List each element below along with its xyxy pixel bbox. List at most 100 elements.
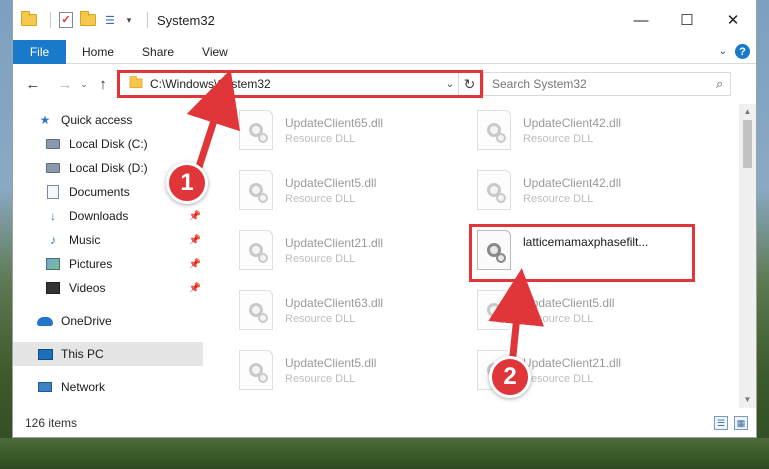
- maximize-button[interactable]: ☐: [664, 0, 710, 40]
- close-button[interactable]: ✕: [710, 0, 756, 40]
- dll-file-icon: [239, 110, 273, 150]
- file-item[interactable]: UpdateClient5.dll Resource DLL: [239, 166, 459, 214]
- folder-icon[interactable]: [21, 11, 37, 28]
- file-item[interactable]: UpdateClient42.dll Resource DLL: [477, 106, 697, 154]
- file-name: UpdateClient42.dll: [523, 115, 622, 130]
- large-icons-view-icon[interactable]: ▦: [734, 416, 748, 430]
- file-type: Resource DLL: [523, 312, 594, 325]
- sidebar-item-onedrive[interactable]: OneDrive: [13, 309, 207, 333]
- sidebar-item-label: Pictures: [69, 257, 113, 271]
- up-button[interactable]: ↑: [91, 76, 115, 93]
- recent-locations-button[interactable]: ⌄: [77, 79, 91, 90]
- videos-icon: [45, 280, 61, 296]
- sidebar-item-label: Music: [69, 233, 101, 247]
- cloud-icon: [37, 313, 53, 329]
- address-dropdown-icon[interactable]: ⌄: [442, 79, 458, 90]
- file-item[interactable]: UpdateClient21.dll Resource DLL: [239, 226, 459, 274]
- sidebar-item-local-disk-c[interactable]: Local Disk (C:): [13, 132, 207, 156]
- status-bar: 126 items ☰ ▦: [13, 408, 756, 438]
- refresh-button[interactable]: ↻: [458, 73, 480, 95]
- computer-icon: [37, 346, 53, 362]
- tab-file[interactable]: File: [13, 39, 66, 64]
- file-item[interactable]: UpdateClient65.dll Resource DLL: [239, 106, 459, 154]
- file-type: Resource DLL: [285, 132, 356, 145]
- sidebar-item-label: This PC: [61, 347, 104, 361]
- file-highlight-box: [469, 224, 695, 282]
- help-icon[interactable]: ?: [735, 44, 750, 59]
- file-name: UpdateClient5.dll: [523, 295, 615, 310]
- dll-file-icon: [477, 110, 511, 150]
- title-bar: ✓ ☰ ▾ System32 — ☐ ✕: [13, 0, 756, 40]
- sidebar-item-downloads[interactable]: ↓ Downloads 📌: [13, 204, 207, 228]
- tab-share[interactable]: Share: [128, 45, 188, 59]
- file-item[interactable]: UpdateClient5.dll Resource DLL: [477, 286, 697, 334]
- sidebar-item-label: Videos: [69, 281, 106, 295]
- file-type: Resource DLL: [285, 372, 356, 385]
- file-explorer-window: ✓ ☰ ▾ System32 — ☐ ✕ File Home Share Vie…: [12, 0, 757, 438]
- vertical-scrollbar[interactable]: ▲ ▼: [739, 104, 756, 408]
- view-buttons: ☰ ▦: [714, 416, 748, 430]
- search-input[interactable]: [492, 77, 712, 91]
- item-count: 126 items: [25, 416, 78, 430]
- sidebar-item-music[interactable]: ♪ Music 📌: [13, 228, 207, 252]
- back-button[interactable]: ←: [21, 76, 45, 93]
- file-type: Resource DLL: [285, 252, 356, 265]
- tab-view[interactable]: View: [188, 45, 242, 59]
- pin-icon[interactable]: 📌: [189, 259, 201, 270]
- file-name: UpdateClient5.dll: [285, 355, 377, 370]
- file-name: UpdateClient21.dll: [285, 235, 384, 250]
- search-box[interactable]: ⌕: [483, 72, 731, 96]
- file-type: Resource DLL: [523, 132, 594, 145]
- file-name: UpdateClient21.dll: [523, 355, 622, 370]
- quick-access-dropdown-icon[interactable]: ▾: [124, 12, 134, 28]
- expand-ribbon-icon[interactable]: ⌄: [719, 46, 727, 57]
- dll-file-icon: [239, 350, 273, 390]
- sidebar-item-videos[interactable]: Videos 📌: [13, 276, 207, 300]
- star-icon: ★: [39, 113, 51, 127]
- sidebar-item-pictures[interactable]: Pictures 📌: [13, 252, 207, 276]
- address-bar[interactable]: C:\Windows\System32 ⌄ ↻: [119, 72, 481, 96]
- folder-icon: [129, 75, 143, 90]
- minimize-button[interactable]: —: [618, 0, 664, 40]
- desktop-wallpaper-right: [757, 0, 769, 469]
- scrollbar-thumb[interactable]: [743, 120, 752, 168]
- file-item[interactable]: UpdateClient63.dll Resource DLL: [239, 286, 459, 334]
- pin-icon[interactable]: 📌: [189, 283, 201, 294]
- details-view-icon[interactable]: ☰: [714, 416, 728, 430]
- desktop-wallpaper-bottom: [0, 438, 769, 469]
- step-2-marker: 2: [489, 356, 531, 398]
- file-name: UpdateClient42.dll: [523, 175, 622, 190]
- sidebar-item-label: Network: [61, 380, 106, 394]
- navigation-pane: ★ Quick access Local Disk (C:) Local Dis…: [13, 104, 207, 408]
- pin-icon[interactable]: 📌: [189, 211, 201, 222]
- sidebar-item-label: OneDrive: [61, 314, 112, 328]
- pin-icon[interactable]: 📌: [189, 235, 201, 246]
- sidebar-item-quick-access[interactable]: ★ Quick access: [13, 108, 207, 132]
- customize-toolbar-icon[interactable]: ☰: [102, 12, 118, 28]
- divider: [50, 12, 51, 28]
- forward-button[interactable]: →: [53, 76, 77, 93]
- address-path[interactable]: C:\Windows\System32: [150, 77, 442, 91]
- scroll-up-icon[interactable]: ▲: [739, 104, 756, 120]
- music-icon: ♪: [50, 233, 56, 247]
- network-icon: [37, 379, 53, 395]
- tab-home[interactable]: Home: [66, 45, 128, 59]
- step-1-marker: 1: [166, 162, 208, 204]
- sidebar-item-label: Local Disk (C:): [69, 137, 148, 151]
- file-item[interactable]: UpdateClient42.dll Resource DLL: [477, 166, 697, 214]
- sidebar-item-network[interactable]: Network: [13, 375, 207, 399]
- sidebar-item-label: Documents: [69, 185, 130, 199]
- documents-icon: [45, 184, 61, 200]
- search-icon[interactable]: ⌕: [716, 76, 723, 92]
- new-folder-icon[interactable]: [80, 11, 96, 28]
- properties-icon[interactable]: ✓: [58, 12, 74, 28]
- sidebar-item-label: Downloads: [69, 209, 129, 223]
- sidebar-item-this-pc[interactable]: This PC: [13, 342, 203, 366]
- window-title: System32: [157, 12, 215, 28]
- file-item[interactable]: UpdateClient5.dll Resource DLL: [239, 346, 459, 394]
- window-controls: — ☐ ✕: [618, 0, 756, 40]
- dll-file-icon: [477, 290, 511, 330]
- scroll-down-icon[interactable]: ▼: [739, 392, 756, 408]
- dll-file-icon: [239, 290, 273, 330]
- file-type: Resource DLL: [285, 312, 356, 325]
